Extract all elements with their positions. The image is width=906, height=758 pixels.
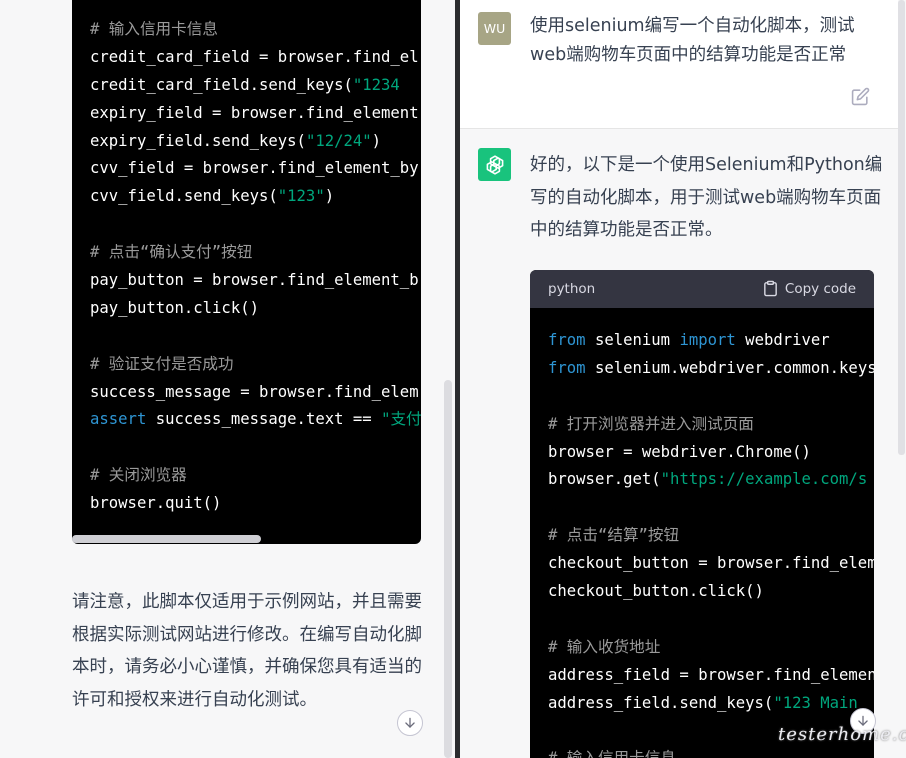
code-keyword: from [548, 358, 586, 377]
code-line: # 关闭浏览器 [90, 462, 421, 490]
code-line: # 输入信用卡信息 [548, 745, 874, 758]
code-comment: # 点击“确认支付”按钮 [90, 243, 253, 262]
code-text: checkout_button = browser.find_elem [548, 554, 874, 573]
code-block-header: python Copy code [530, 270, 874, 308]
code-line: browser.get("https://example.com/s [548, 466, 874, 494]
code-text: ) [371, 131, 382, 150]
assistant-message-text: 好的，以下是一个使用Selenium和Python编写的自动化脚本，用于测试we… [530, 155, 883, 240]
code-comment: # 点击“结算”按钮 [548, 526, 680, 545]
code-comment: # 验证支付是否成功 [90, 354, 234, 373]
code-text: selenium [585, 331, 680, 349]
code-line: from selenium import webdriver [548, 327, 874, 355]
code-language-label: python [548, 281, 596, 297]
code-text: success_message = browser.find_elem [90, 382, 419, 401]
code-text: webdriver [735, 331, 830, 349]
code-string: "123" [277, 187, 325, 206]
right-panel-vertical-scrollbar[interactable] [898, 0, 905, 455]
clipboard-icon [764, 280, 777, 297]
copy-code-label: Copy code [784, 280, 856, 297]
code-line: browser.quit() [90, 490, 421, 518]
code-text: checkout_button.click() [548, 582, 764, 601]
code-line: cvv_field.send_keys("123") [90, 183, 421, 211]
code-text: pay_button = browser.find_element_b [90, 271, 419, 290]
user-message-text: 使用selenium编写一个自动化脚本，测试web端购物车页面中的结算功能是否正… [530, 16, 855, 65]
code-text: cvv_field = browser.find_element_by [90, 159, 419, 178]
code-text: credit_card_field = browser.find_el [90, 47, 419, 66]
code-string: "123 Main [773, 693, 858, 712]
code-text: success_message.text == [146, 410, 382, 429]
code-line: # 输入信用卡信息 [90, 16, 421, 44]
code-text: expiry_field = browser.find_element [90, 103, 419, 122]
code-line: # 点击“结算”按钮 [548, 522, 874, 550]
code-keyword: import [679, 331, 736, 349]
code-line: success_message = browser.find_elem [90, 379, 421, 407]
code-comment: # 打开浏览器并进入测试页面 [548, 414, 754, 433]
code-string: "1234 [352, 75, 410, 94]
code-line: browser = webdriver.Chrome() [548, 439, 874, 467]
python-code-block: python Copy code from selenium import we… [530, 270, 874, 758]
left-scroll-to-bottom-button[interactable] [397, 710, 423, 736]
code-keyword: from [548, 331, 586, 349]
code-text: expiry_field.send_keys( [90, 131, 306, 150]
user-avatar: WU [478, 12, 511, 45]
code-text: browser.quit() [90, 494, 222, 513]
code-line: credit_card_field.send_keys("1234 [90, 72, 421, 100]
code-text: pay_button.click() [90, 298, 259, 317]
code-line: from selenium.webdriver.common.keys [548, 355, 874, 383]
assistant-note-text: 请注意，此脚本仅适用于示例网站，并且需要根据实际测试网站进行修改。在编写自动化脚… [72, 592, 422, 710]
watermark: testerhome.com [778, 724, 906, 745]
code-text: selenium.webdriver.common.keys [585, 358, 874, 377]
code-text: credit_card_field.send_keys( [90, 75, 353, 94]
right-code-lines: from selenium import webdriver from selen… [548, 327, 874, 758]
code-text: cvv_field.send_keys( [90, 187, 278, 206]
code-line: assert success_message.text == "支付 [90, 406, 421, 434]
code-string: "https://example.com/s [660, 470, 868, 489]
code-keyword: assert [90, 410, 147, 429]
left-code-scrollbar-track[interactable] [72, 534, 421, 544]
copy-code-button[interactable]: Copy code [762, 280, 856, 297]
code-line: address_field = browser.find_elemen [548, 662, 874, 690]
code-string: "支付 [381, 410, 421, 429]
code-text: browser.get( [548, 470, 661, 489]
right-conversation-panel: WU 使用selenium编写一个自动化脚本，测试web端购物车页面中的结算功能… [460, 0, 906, 758]
left-panel-vertical-scrollbar[interactable] [444, 380, 452, 758]
code-line: # 输入收货地址 [548, 634, 874, 662]
code-line: checkout_button.click() [548, 578, 874, 606]
code-comment: # 输入信用卡信息 [90, 20, 218, 38]
left-code-lines: # 输入信用卡信息 credit_card_field = browser.fin… [90, 16, 421, 518]
arrow-down-icon [405, 717, 415, 728]
code-line: # 打开浏览器并进入测试页面 [548, 411, 874, 439]
code-line: pay_button = browser.find_element_b [90, 267, 421, 295]
code-text: address_field.send_keys( [548, 693, 774, 712]
code-line: # 验证支付是否成功 [90, 351, 421, 379]
code-line: # 点击“确认支付”按钮 [90, 239, 421, 267]
code-line: pay_button.click() [90, 295, 421, 323]
code-line: credit_card_field = browser.find_el [90, 44, 421, 72]
assistant-avatar [478, 148, 511, 181]
code-text: address_field = browser.find_elemen [548, 665, 874, 684]
edit-icon[interactable] [851, 87, 870, 106]
code-line: expiry_field.send_keys("12/24") [90, 128, 421, 156]
user-message: WU 使用selenium编写一个自动化脚本，测试web端购物车页面中的结算功能… [460, 0, 898, 129]
code-line: checkout_button = browser.find_elem [548, 550, 874, 578]
left-conversation-panel: # 输入信用卡信息 credit_card_field = browser.fin… [0, 0, 455, 758]
code-comment: # 输入收货地址 [548, 637, 661, 656]
code-line: expiry_field = browser.find_element [90, 100, 421, 128]
openai-logo-icon [486, 154, 503, 175]
left-code-block: # 输入信用卡信息 credit_card_field = browser.fin… [72, 0, 421, 544]
code-string: "12/24" [305, 131, 372, 150]
code-line: cvv_field = browser.find_element_by [90, 155, 421, 183]
code-text: browser = webdriver.Chrome() [548, 442, 811, 461]
code-comment: # 输入信用卡信息 [548, 749, 676, 758]
code-line: address_field.send_keys("123 Main [548, 690, 874, 718]
left-code-horizontal-scrollbar[interactable] [72, 535, 261, 543]
code-comment: # 关闭浏览器 [90, 466, 187, 485]
code-text: ) [324, 187, 335, 206]
